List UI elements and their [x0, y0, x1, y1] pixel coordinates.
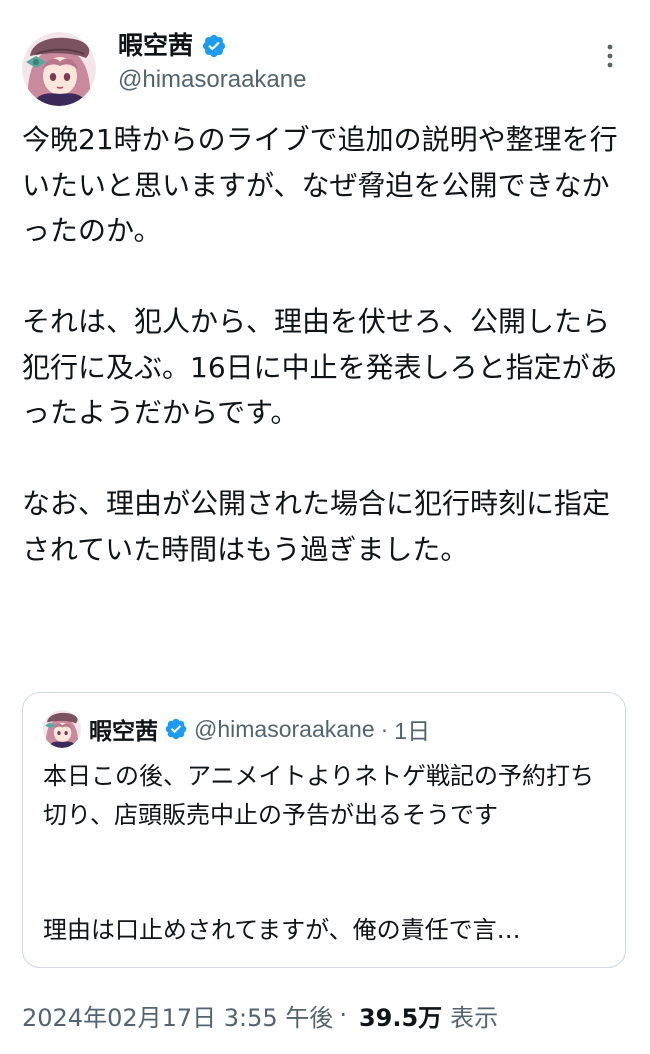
- quoted-author-avatar[interactable]: [43, 710, 81, 748]
- quoted-text-continued: 理由は口止めされてますが、俺の責任で言…: [43, 916, 521, 944]
- quoted-author-name[interactable]: 暇空茜: [89, 712, 158, 746]
- author-name-row[interactable]: 暇空茜: [118, 30, 227, 62]
- views-label: 表示: [450, 1003, 499, 1032]
- more-options-icon[interactable]: [598, 42, 622, 70]
- author-avatar[interactable]: [22, 32, 96, 106]
- tweet-timestamp[interactable]: 2024年02月17日 3:55 午後: [22, 998, 333, 1033]
- quoted-separator: ·: [380, 715, 389, 742]
- quoted-author-handle[interactable]: @himasoraakane: [194, 716, 375, 743]
- meta-separator: ·: [339, 1001, 347, 1029]
- verified-badge-icon: [164, 717, 188, 741]
- quoted-timestamp[interactable]: 1日: [394, 712, 430, 746]
- tweet: 暇空茜 @himasoraakane 今晩21時からのライブで追加の説明や整理を…: [0, 0, 650, 1054]
- views-count: 39.5万: [358, 1003, 443, 1032]
- author-name[interactable]: 暇空茜: [118, 30, 193, 62]
- quoted-tweet-card[interactable]: 暇空茜 @himasoraakane · 1日 本日この後、アニメイトよりネトゲ…: [22, 692, 626, 968]
- tweet-text: 今晩21時からのライブで追加の説明や整理を行いたいと思いますが、なぜ脅迫を公開で…: [22, 123, 618, 566]
- quoted-text: 本日この後、アニメイトよりネトゲ戦記の予約打ち切り、店頭販売中止の予告が出るそう…: [43, 762, 595, 829]
- verified-badge-icon: [201, 33, 227, 59]
- quoted-header: 暇空茜 @himasoraakane · 1日: [89, 710, 430, 748]
- author-handle[interactable]: @himasoraakane: [118, 65, 306, 95]
- tweet-meta: 2024年02月17日 3:55 午後 · 39.5万 表示: [22, 997, 498, 1033]
